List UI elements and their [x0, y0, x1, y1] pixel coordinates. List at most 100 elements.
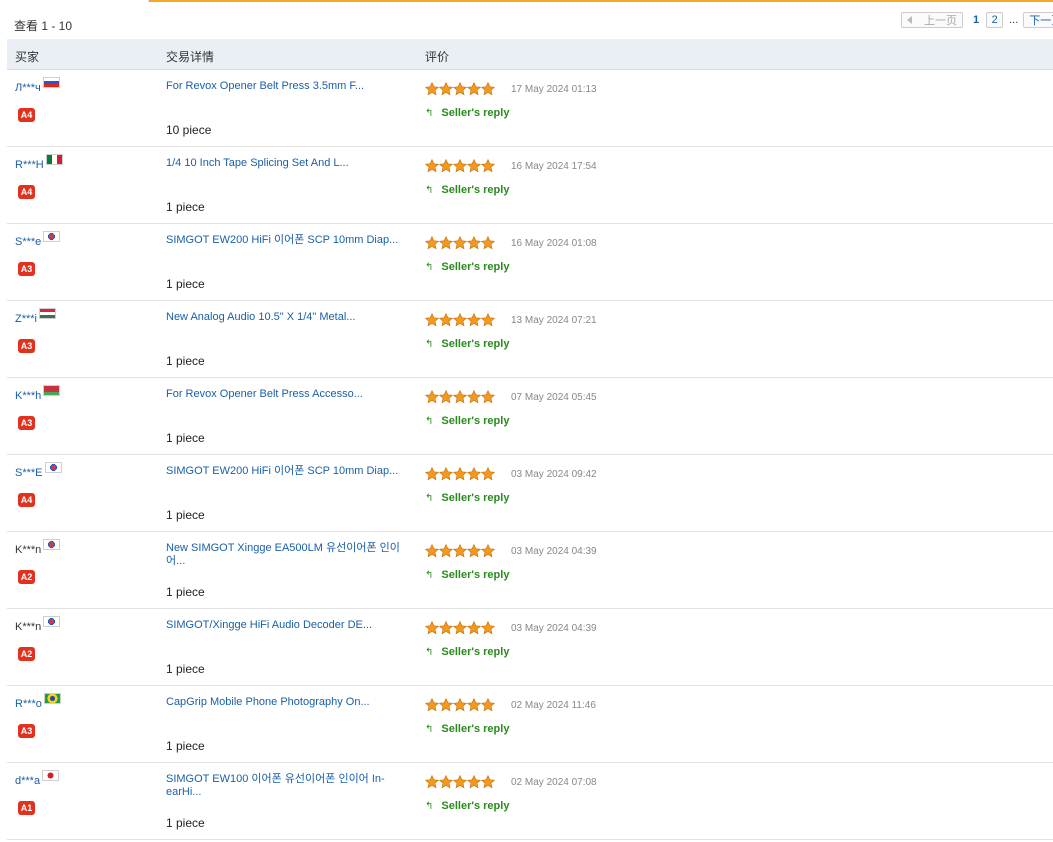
reply-arrow-icon: ↰	[425, 184, 434, 196]
reply-arrow-icon: ↰	[425, 492, 434, 504]
star-rating	[424, 466, 496, 481]
table-row-9: R***o A3 CapGrip Mobile Phone Photograph…	[7, 686, 1053, 763]
star-icon	[452, 235, 468, 250]
seller-reply-label: Seller's reply	[441, 723, 510, 735]
quantity: 1 piece	[166, 662, 205, 676]
buyer-level-badge: A1	[18, 801, 35, 815]
buyer-name: K***n	[15, 621, 42, 633]
star-icon	[452, 466, 468, 481]
star-icon	[480, 235, 496, 250]
reply-arrow-icon: ↰	[425, 338, 434, 350]
buyer-name: R***o	[15, 698, 42, 710]
product-link[interactable]: For Revox Opener Belt Press Accesso...	[166, 388, 406, 401]
buyer-link[interactable]: S***e	[15, 231, 61, 248]
quantity: 1 piece	[166, 508, 205, 522]
buyer-name: S***E	[15, 467, 43, 479]
buyer-name: S***e	[15, 236, 42, 248]
buyer-link[interactable]: R***H	[15, 154, 63, 171]
product-link[interactable]: SIMGOT EW200 HiFi 이어폰 SCP 10mm Diap...	[166, 234, 406, 247]
table-header: 买家 交易详情 评价	[7, 39, 1053, 70]
seller-reply-label: Seller's reply	[441, 261, 510, 273]
buyer-link[interactable]: Z***i	[15, 308, 57, 325]
star-icon	[466, 774, 482, 789]
reply-arrow-icon: ↰	[425, 723, 434, 735]
buyer-link[interactable]: K***h	[15, 385, 61, 402]
view-count: 查看 1 - 10	[14, 19, 73, 33]
seller-reply-label: Seller's reply	[441, 646, 510, 658]
header-rating: 评价	[425, 50, 450, 64]
table-row-3: S***e A3 SIMGOT EW200 HiFi 이어폰 SCP 10mm …	[7, 224, 1053, 301]
buyer-link[interactable]: R***o	[15, 693, 61, 710]
buyer-name: K***n	[15, 544, 42, 556]
buyer-link[interactable]: K***n	[15, 539, 61, 556]
flag-hu-icon	[39, 308, 57, 319]
seller-reply-toggle[interactable]: ↰ Seller's reply	[425, 723, 509, 735]
product-link[interactable]: 1/4 10 Inch Tape Splicing Set And L...	[166, 157, 406, 170]
seller-reply-toggle[interactable]: ↰ Seller's reply	[425, 646, 509, 658]
buyer-link[interactable]: d***a	[15, 770, 60, 787]
star-rating	[424, 312, 496, 327]
star-icon	[466, 389, 482, 404]
star-icon	[480, 81, 496, 96]
star-rating	[424, 235, 496, 250]
seller-reply-label: Seller's reply	[441, 184, 510, 196]
review-date: 17 May 2024 01:13	[511, 84, 597, 95]
table-row-7: K***n A2 New SIMGOT Xingge EA500LM 유선이어폰…	[7, 532, 1053, 609]
next-page-button[interactable]: 下一页	[1023, 12, 1053, 28]
seller-reply-toggle[interactable]: ↰ Seller's reply	[425, 800, 509, 812]
star-icon	[438, 81, 454, 96]
quantity: 1 piece	[166, 739, 205, 753]
table-row-8: K***n A2 SIMGOT/Xingge HiFi Audio Decode…	[7, 609, 1053, 686]
star-icon	[424, 543, 440, 558]
product-link[interactable]: CapGrip Mobile Phone Photography On...	[166, 696, 406, 709]
product-link[interactable]: New Analog Audio 10.5" X 1/4" Metal...	[166, 311, 406, 324]
star-icon	[480, 697, 496, 712]
page-2-link[interactable]: 2	[986, 12, 1004, 28]
seller-reply-toggle[interactable]: ↰ Seller's reply	[425, 569, 509, 581]
star-icon	[480, 312, 496, 327]
prev-page-button[interactable]: 上一页	[901, 12, 963, 28]
buyer-level-badge: A4	[18, 108, 35, 122]
star-icon	[480, 620, 496, 635]
seller-reply-toggle[interactable]: ↰ Seller's reply	[425, 107, 509, 119]
seller-reply-toggle[interactable]: ↰ Seller's reply	[425, 338, 509, 350]
star-icon	[466, 543, 482, 558]
flag-mx-icon	[45, 154, 63, 165]
seller-reply-toggle[interactable]: ↰ Seller's reply	[425, 492, 509, 504]
buyer-link[interactable]: K***n	[15, 616, 61, 633]
buyer-link[interactable]: Л***ч	[15, 77, 60, 94]
product-link[interactable]: SIMGOT EW100 이어폰 유선이어폰 인이어 In-earHi...	[166, 773, 406, 799]
page-ellipsis: ...	[1009, 14, 1019, 26]
seller-reply-label: Seller's reply	[441, 338, 510, 350]
seller-reply-toggle[interactable]: ↰ Seller's reply	[425, 184, 509, 196]
star-icon	[438, 774, 454, 789]
star-icon	[466, 312, 482, 327]
buyer-link[interactable]: S***E	[15, 462, 62, 479]
flag-kr-icon	[43, 616, 61, 627]
star-icon	[438, 543, 454, 558]
product-link[interactable]: For Revox Opener Belt Press 3.5mm F...	[166, 80, 406, 93]
star-icon	[438, 158, 454, 173]
product-link[interactable]: New SIMGOT Xingge EA500LM 유선이어폰 인이어...	[166, 542, 406, 568]
star-icon	[424, 389, 440, 404]
buyer-name: Л***ч	[15, 82, 41, 94]
star-icon	[424, 620, 440, 635]
buyer-name: d***a	[15, 775, 41, 787]
seller-reply-toggle[interactable]: ↰ Seller's reply	[425, 261, 509, 273]
flag-kr-icon	[43, 231, 61, 242]
header-details: 交易详情	[166, 50, 215, 64]
buyer-name: R***H	[15, 159, 44, 171]
buyer-level-badge: A2	[18, 647, 35, 661]
star-icon	[424, 235, 440, 250]
star-rating	[424, 389, 496, 404]
star-icon	[466, 697, 482, 712]
product-link[interactable]: SIMGOT/Xingge HiFi Audio Decoder DE...	[166, 619, 406, 632]
active-tab-marker	[0, 0, 149, 3]
product-link[interactable]: SIMGOT EW200 HiFi 이어폰 SCP 10mm Diap...	[166, 465, 406, 478]
review-date: 16 May 2024 01:08	[511, 238, 597, 249]
flag-kr-icon	[44, 462, 62, 473]
seller-reply-label: Seller's reply	[441, 800, 510, 812]
seller-reply-toggle[interactable]: ↰ Seller's reply	[425, 415, 509, 427]
flag-ru-icon	[42, 77, 60, 88]
quantity: 1 piece	[166, 816, 205, 830]
